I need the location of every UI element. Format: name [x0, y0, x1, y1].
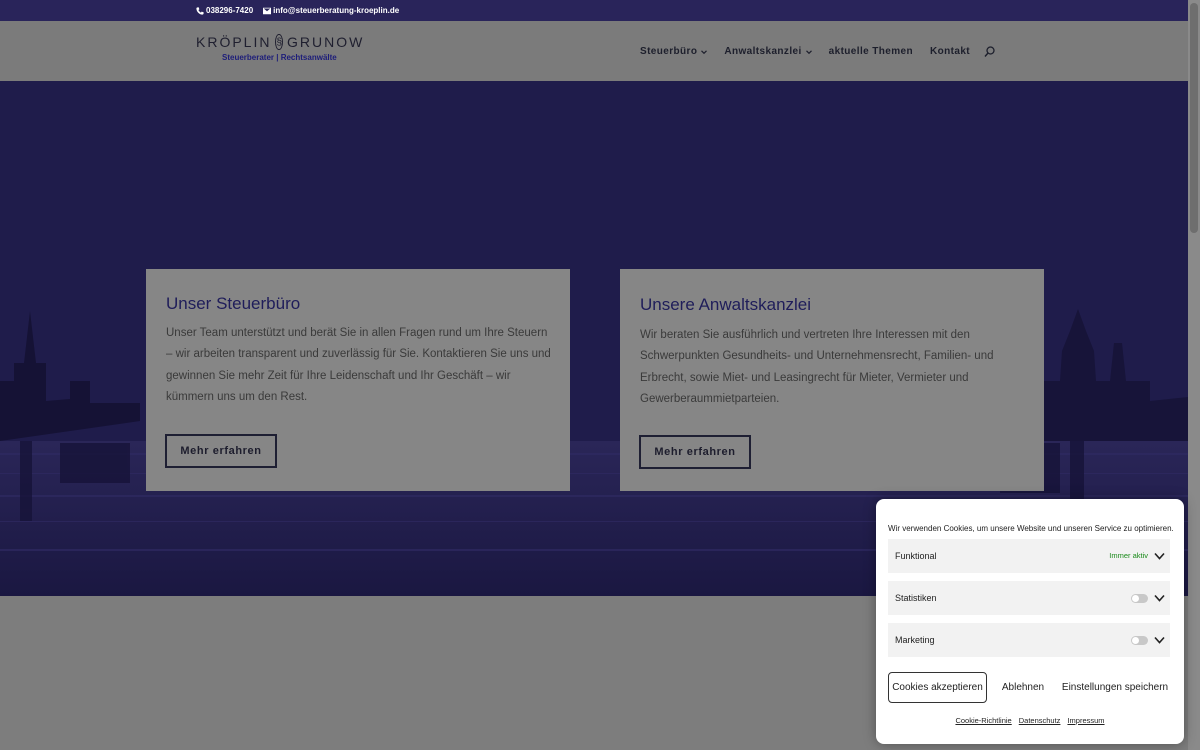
site-header: KRÖPLIN § GRUNOW Steuerberater | Rechtsa…: [0, 21, 1188, 81]
cookie-category-label: Funktional: [895, 551, 937, 561]
cookie-footer-links: Cookie-Richtlinie Datenschutz Impressum: [876, 716, 1184, 725]
mehr-erfahren-button[interactable]: Mehr erfahren: [639, 435, 751, 469]
nav-item-label: Anwaltskanzlei: [724, 46, 802, 57]
search-icon[interactable]: [984, 46, 995, 58]
logo-left-name: KRÖPLIN: [196, 34, 272, 50]
always-active-status: Immer aktiv: [1109, 551, 1148, 560]
nav-item-label: Steuerbüro: [640, 46, 698, 57]
phone-link[interactable]: 038296-7420: [196, 6, 253, 15]
card-title: Unsere Anwaltskanzlei: [640, 295, 812, 314]
logo-right-name: GRUNOW: [287, 34, 365, 50]
cookie-category-statistiken[interactable]: Statistiken: [888, 581, 1170, 615]
cookie-category-funktional[interactable]: Funktional Immer aktiv: [888, 539, 1170, 573]
chevron-down-icon: [701, 49, 708, 54]
phone-icon: [196, 6, 204, 15]
logo-tagline: Steuerberater | Rechtsanwälte: [222, 53, 337, 62]
top-contact-bar: 038296-7420 info@steuerberatung-kroeplin…: [0, 0, 1188, 21]
nav-item-steuerbuero[interactable]: Steuerbüro: [640, 46, 708, 57]
save-settings-button[interactable]: Einstellungen speichern: [1059, 672, 1171, 703]
nav-item-label: Kontakt: [930, 46, 971, 57]
card-title: Unser Steuerbüro: [166, 294, 301, 313]
nav-item-kontakt[interactable]: Kontakt: [930, 46, 970, 57]
envelope-icon: [263, 7, 272, 14]
card-steuerbuero: Unser Steuerbüro Unser Team unterstützt …: [146, 269, 570, 491]
cookie-category-marketing[interactable]: Marketing: [888, 623, 1170, 657]
site-logo[interactable]: KRÖPLIN § GRUNOW Steuerberater | Rechtsa…: [196, 34, 362, 70]
nav-item-aktuelle-themen[interactable]: aktuelle Themen: [829, 46, 913, 57]
privacy-link[interactable]: Datenschutz: [1019, 716, 1061, 725]
chevron-down-icon[interactable]: [1154, 594, 1165, 602]
imprint-link[interactable]: Impressum: [1067, 716, 1104, 725]
decline-cookies-button[interactable]: Ablehnen: [996, 672, 1050, 703]
paragraph-symbol-icon: §: [275, 34, 284, 50]
mehr-erfahren-button[interactable]: Mehr erfahren: [165, 434, 277, 468]
cookie-category-label: Marketing: [895, 635, 935, 645]
cookie-policy-link[interactable]: Cookie-Richtlinie: [955, 716, 1011, 725]
email-address: info@steuerberatung-kroeplin.de: [273, 6, 400, 15]
page-scrollbar[interactable]: [1188, 0, 1200, 750]
marketing-toggle[interactable]: [1131, 636, 1148, 645]
chevron-down-icon: [805, 49, 812, 54]
chevron-down-icon[interactable]: [1154, 636, 1165, 644]
card-text: Unser Team unterstützt und berät Sie in …: [166, 327, 551, 403]
main-navigation: Steuerbüro Anwaltskanzlei aktuelle Theme…: [640, 46, 970, 57]
statistics-toggle[interactable]: [1131, 594, 1148, 603]
accept-cookies-button[interactable]: Cookies akzeptieren: [888, 672, 987, 703]
cookie-category-label: Statistiken: [895, 593, 937, 603]
scrollbar-thumb[interactable]: [1190, 3, 1198, 233]
chevron-down-icon[interactable]: [1154, 552, 1165, 560]
email-link[interactable]: info@steuerberatung-kroeplin.de: [263, 6, 399, 15]
nav-item-anwaltskanzlei[interactable]: Anwaltskanzlei: [724, 46, 812, 57]
phone-number: 038296-7420: [206, 6, 254, 15]
card-text: Wir beraten Sie ausführlich und vertrete…: [640, 329, 994, 405]
nav-item-label: aktuelle Themen: [828, 46, 913, 57]
cookie-consent-banner: Wir verwenden Cookies, um unsere Website…: [876, 499, 1184, 744]
cookie-message: Wir verwenden Cookies, um unsere Website…: [888, 524, 1174, 533]
card-anwaltskanzlei: Unsere Anwaltskanzlei Wir beraten Sie au…: [620, 269, 1044, 491]
